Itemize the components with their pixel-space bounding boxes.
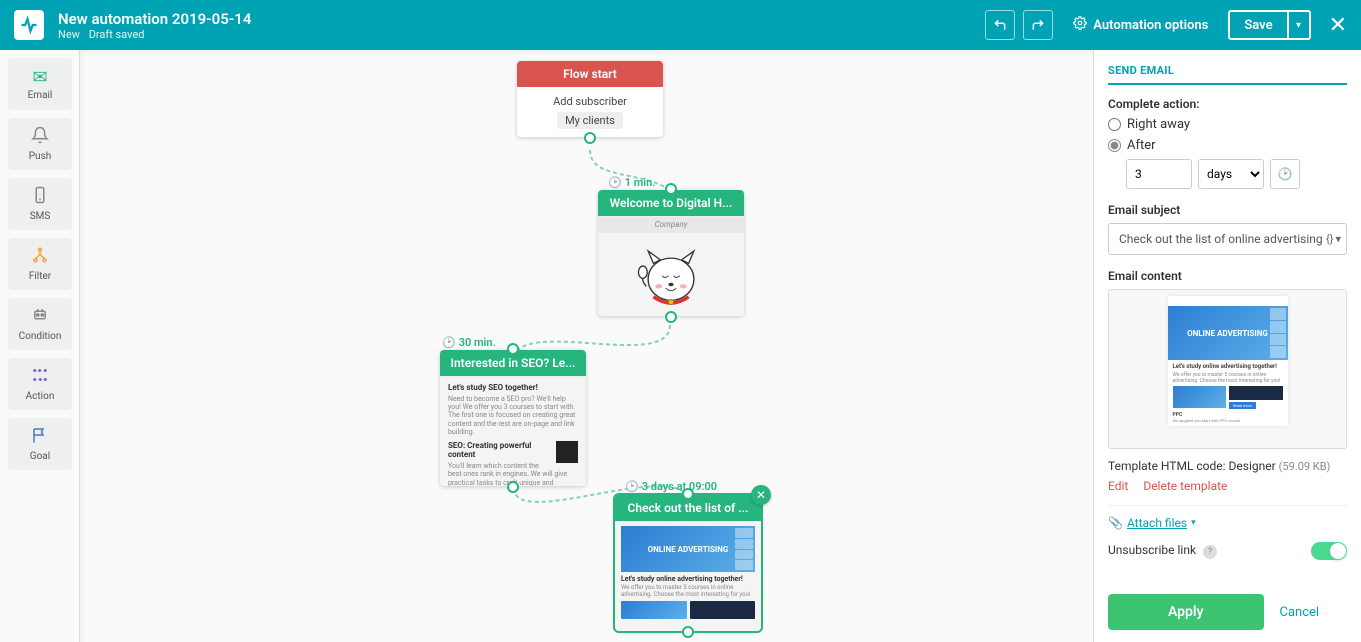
email-preview[interactable]: ONLINE ADVERTISING Let's study online ad… bbox=[1108, 289, 1347, 449]
node-header: Flow start bbox=[517, 61, 663, 87]
delay-unit-select[interactable]: days bbox=[1198, 159, 1264, 189]
node-email-advertising[interactable]: ✕ Check out the list of ... ONLINE ADVER… bbox=[615, 495, 761, 631]
condition-icon bbox=[31, 306, 49, 329]
chevron-down-icon: ▾ bbox=[1335, 233, 1341, 246]
apply-button[interactable]: Apply bbox=[1108, 594, 1264, 630]
top-bar: New automation 2019-05-14 New Draft save… bbox=[0, 0, 1361, 50]
email-content-label: Email content bbox=[1108, 269, 1347, 283]
delete-template-link[interactable]: Delete template bbox=[1143, 479, 1227, 493]
tool-sms[interactable]: SMS bbox=[8, 178, 72, 230]
tool-email[interactable]: ✉Email bbox=[8, 58, 72, 110]
complete-action-label: Complete action: bbox=[1108, 97, 1347, 111]
flow-canvas[interactable]: Flow start Add subscriber My clients 🕑 1… bbox=[80, 50, 1093, 642]
delay-label: 🕑 3 days at 09:00 bbox=[625, 480, 717, 493]
clock-icon: 🕑 bbox=[442, 336, 456, 349]
bell-icon bbox=[31, 126, 49, 149]
radio-right-away[interactable]: Right away bbox=[1108, 117, 1347, 132]
port-out[interactable] bbox=[665, 311, 677, 323]
status-new: New bbox=[58, 28, 80, 41]
chevron-down-icon: ▾ bbox=[1191, 518, 1196, 528]
unsubscribe-toggle[interactable] bbox=[1311, 542, 1347, 560]
node-subtitle: Add subscriber bbox=[525, 95, 655, 108]
envelope-icon: ✉ bbox=[32, 67, 47, 88]
attach-files-button[interactable]: 📎 Attach files ▾ bbox=[1108, 516, 1347, 530]
properties-panel: SEND EMAIL Complete action: Right away A… bbox=[1093, 50, 1361, 642]
flag-icon bbox=[31, 426, 49, 449]
port-in[interactable] bbox=[682, 488, 694, 500]
clock-icon: 🕑 bbox=[625, 480, 639, 493]
save-button[interactable]: Save bbox=[1228, 10, 1288, 40]
time-picker-button[interactable]: 🕑 bbox=[1270, 159, 1300, 189]
node-email-seo[interactable]: Interested in SEO? Le... Let's study SEO… bbox=[440, 350, 586, 486]
node-thumbnail: ONLINE ADVERTISING Let's study online ad… bbox=[615, 521, 761, 631]
delay-label: 🕑 1 min. bbox=[608, 176, 655, 189]
node-thumbnail: Company bbox=[598, 216, 744, 316]
port-out[interactable] bbox=[682, 626, 694, 638]
edit-template-link[interactable]: Edit bbox=[1108, 479, 1128, 493]
save-dropdown-button[interactable]: ▾ bbox=[1289, 10, 1311, 40]
tool-action[interactable]: Action bbox=[8, 358, 72, 410]
delay-amount-input[interactable] bbox=[1126, 159, 1192, 189]
node-flow-start[interactable]: Flow start Add subscriber My clients bbox=[517, 61, 663, 137]
redo-button[interactable] bbox=[1023, 10, 1053, 40]
tool-sidebar: ✉Email Push SMS Filter Condition Action … bbox=[0, 50, 80, 642]
tool-condition[interactable]: Condition bbox=[8, 298, 72, 350]
automation-options-button[interactable]: Automation options bbox=[1061, 10, 1220, 40]
clock-icon: 🕑 bbox=[608, 176, 622, 189]
email-subject-label: Email subject bbox=[1108, 203, 1347, 217]
braces-icon: {} bbox=[1326, 233, 1333, 246]
email-subject-select[interactable]: Check out the list of online advertising… bbox=[1108, 223, 1347, 255]
unsubscribe-label: Unsubscribe link bbox=[1108, 543, 1196, 557]
template-info: Template HTML code: Designer (59.09 KB) bbox=[1108, 459, 1347, 473]
clock-icon: 🕑 bbox=[1278, 167, 1293, 181]
undo-button[interactable] bbox=[985, 10, 1015, 40]
tool-push[interactable]: Push bbox=[8, 118, 72, 170]
radio-after[interactable]: After bbox=[1108, 138, 1347, 153]
info-icon[interactable]: ? bbox=[1203, 545, 1217, 559]
filter-icon bbox=[31, 246, 49, 269]
delay-label: 🕑 30 min. bbox=[442, 336, 496, 349]
panel-title: SEND EMAIL bbox=[1108, 64, 1347, 85]
phone-icon bbox=[31, 186, 49, 209]
cancel-link[interactable]: Cancel bbox=[1280, 605, 1320, 620]
status-draft: Draft saved bbox=[89, 28, 145, 41]
paperclip-icon: 📎 bbox=[1108, 516, 1123, 530]
node-thumbnail: Let's study SEO together! Need to become… bbox=[440, 376, 586, 486]
tool-filter[interactable]: Filter bbox=[8, 238, 72, 290]
gear-icon bbox=[1073, 16, 1087, 34]
port-in[interactable] bbox=[665, 183, 677, 195]
delete-node-button[interactable]: ✕ bbox=[751, 485, 771, 505]
port-out[interactable] bbox=[507, 481, 519, 493]
node-tag: My clients bbox=[557, 112, 623, 129]
app-logo[interactable] bbox=[14, 10, 44, 40]
page-title: New automation 2019-05-14 bbox=[58, 10, 985, 28]
close-icon[interactable]: ✕ bbox=[1329, 13, 1347, 38]
port-out[interactable] bbox=[584, 132, 596, 144]
action-icon bbox=[31, 366, 49, 389]
tool-goal[interactable]: Goal bbox=[8, 418, 72, 470]
node-email-welcome[interactable]: Welcome to Digital H... Company bbox=[598, 190, 744, 316]
port-in[interactable] bbox=[507, 343, 519, 355]
